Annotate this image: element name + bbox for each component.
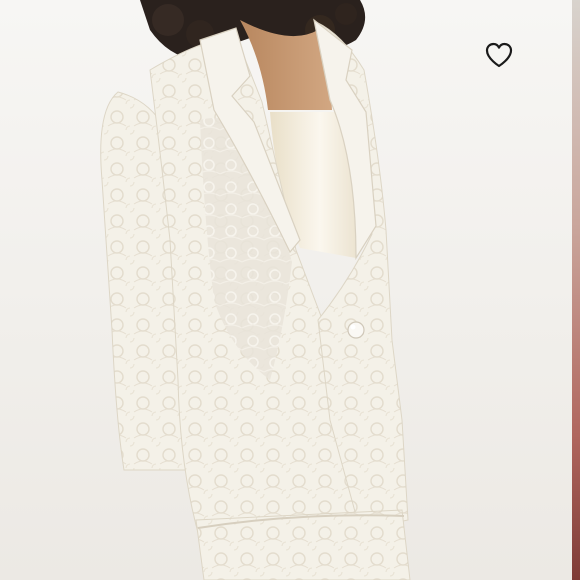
adjacent-image-edge xyxy=(572,0,580,580)
heart-outline-icon xyxy=(485,42,513,68)
pearl-button xyxy=(347,321,365,339)
favorite-button[interactable] xyxy=(480,36,518,74)
product-photo xyxy=(100,0,411,580)
product-image-viewer xyxy=(0,0,580,580)
lace-blazer xyxy=(100,18,411,580)
